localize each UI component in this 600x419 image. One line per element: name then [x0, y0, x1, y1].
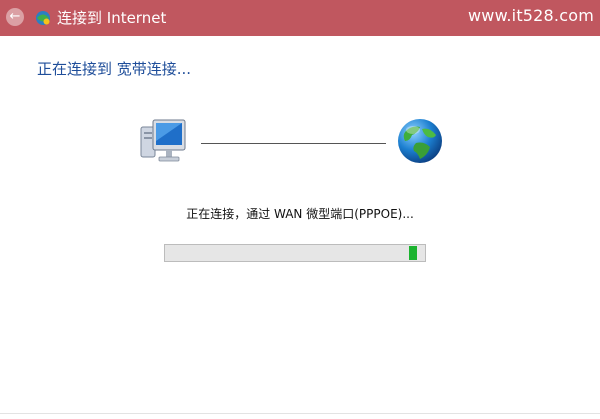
connection-status-text: 正在连接，通过 WAN 微型端口(PPPOE)... [186, 207, 414, 221]
progress-bar [164, 244, 426, 262]
page-heading: 正在连接到 宽带连接... [37, 60, 192, 78]
title-bar: ← 连接到 Internet www.it528.com [0, 0, 600, 36]
network-connection-icon [36, 11, 50, 25]
globe-icon [398, 119, 442, 163]
footer-divider [0, 413, 600, 414]
watermark: www.it528.com [468, 6, 594, 25]
computer-icon [140, 119, 186, 162]
progress-bar-fill [409, 246, 417, 260]
back-arrow-icon[interactable]: ← [6, 8, 24, 26]
window-title: 连接到 Internet [57, 9, 167, 27]
connection-line [201, 143, 386, 144]
